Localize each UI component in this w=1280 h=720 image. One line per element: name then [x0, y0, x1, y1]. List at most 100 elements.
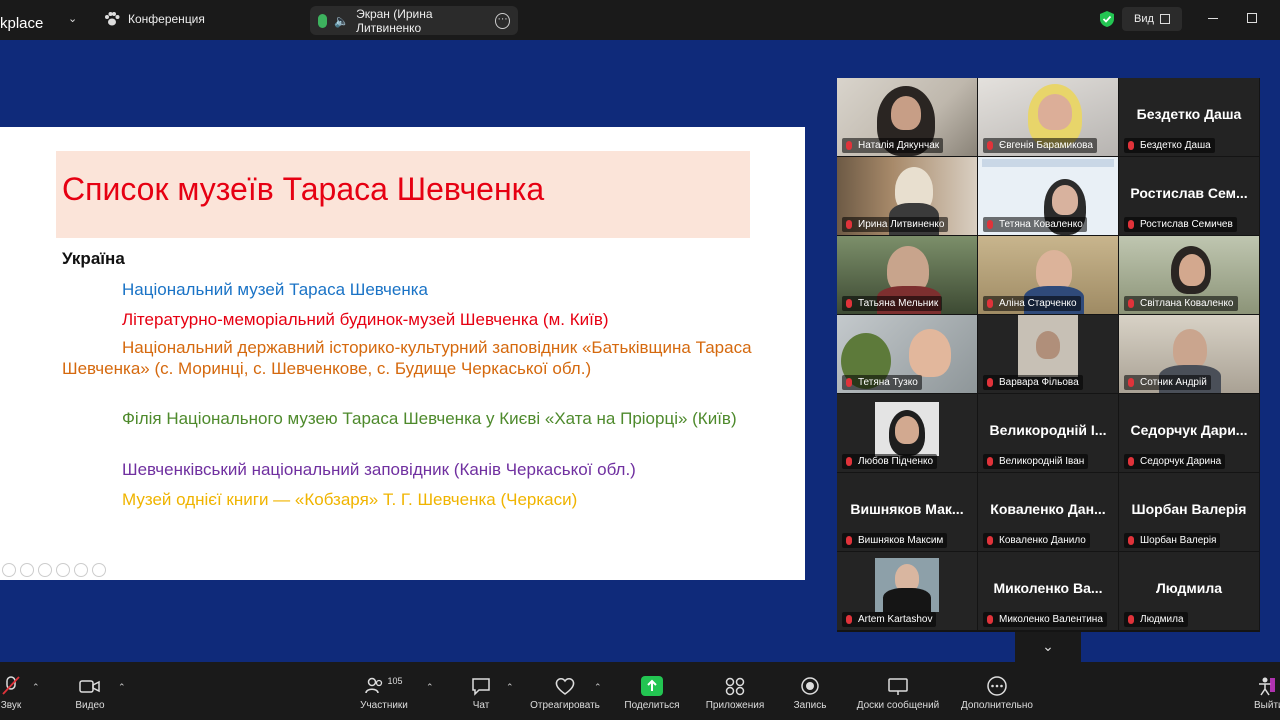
participant-tile[interactable]: Шорбан Валерія Шорбан Валерія: [1119, 473, 1259, 551]
participants-count: 105: [387, 676, 403, 686]
video-button[interactable]: Видео: [70, 662, 110, 720]
participant-tile-active-speaker[interactable]: Ирина Литвиненко: [837, 157, 977, 235]
participant-tile[interactable]: Миколенко Ва... Миколенко Валентина: [978, 552, 1118, 630]
participant-tile[interactable]: Ростислав Сем... Ростислав Семичев: [1119, 157, 1259, 235]
react-options-chevron-icon[interactable]: ⌃: [594, 682, 602, 693]
record-button[interactable]: Запись: [790, 662, 830, 720]
view-button[interactable]: Вид: [1122, 7, 1182, 31]
museum-item: Шевченківський національний заповідник (…: [122, 460, 636, 479]
heart-icon: [555, 678, 575, 695]
minimize-icon[interactable]: [1208, 18, 1218, 19]
paw-icon: [105, 12, 120, 26]
participant-tile[interactable]: Аліна Старченко: [978, 236, 1118, 314]
apps-icon: [725, 677, 745, 696]
face: [1179, 254, 1205, 286]
shared-slide: Список музеїв Тараса Шевченка Україна На…: [0, 127, 805, 580]
chat-options-chevron-icon[interactable]: ⌃: [506, 682, 514, 693]
participants-icon: [365, 677, 383, 694]
participant-tile[interactable]: Сотник Андрій: [1119, 315, 1259, 393]
museum-item: Літературно-меморіальний будинок-музей Ш…: [122, 310, 609, 329]
face: [895, 416, 919, 444]
participant-name: Бездетко Даша: [1124, 138, 1215, 153]
record-icon: [801, 677, 819, 695]
mic-active-icon: [318, 13, 328, 28]
participants-options-chevron-icon[interactable]: ⌃: [426, 682, 434, 693]
participant-tile[interactable]: Тетяна Тузко: [837, 315, 977, 393]
participant-name: Людмила: [1124, 612, 1188, 627]
slide-navigation-tools[interactable]: [2, 563, 106, 577]
participant-name: Євгенія Барамикова: [983, 138, 1097, 153]
museum-item: Музей однієї книги — «Кобзаря» Т. Г. Шев…: [122, 490, 578, 509]
face: [891, 96, 921, 130]
participant-name: Варвара Фільова: [983, 375, 1083, 390]
participant-tile[interactable]: Седорчук Дари... Седорчук Дарина: [1119, 394, 1259, 472]
participant-name: Ростислав Семичев: [1124, 217, 1237, 232]
prev-slide-icon[interactable]: [2, 563, 16, 577]
title-bar: kplace ⌄ Конференция 🔈 Экран (Ирина Литв…: [0, 0, 1280, 40]
participant-tile[interactable]: Варвара Фільова: [978, 315, 1118, 393]
grid-view-icon: [1159, 14, 1170, 24]
speaker-icon: 🔈: [334, 13, 350, 28]
pen-icon[interactable]: [38, 563, 52, 577]
face: [909, 329, 951, 377]
participant-tile[interactable]: Artem Kartashov: [837, 552, 977, 630]
video-thumbnail: [875, 558, 939, 612]
participant-name: Великородній Іван: [983, 454, 1089, 469]
participant-tile[interactable]: Людмила Людмила: [1119, 552, 1259, 630]
participant-name: Ирина Литвиненко: [842, 217, 949, 232]
participant-tile[interactable]: Євгенія Барамикова: [978, 78, 1118, 156]
video-label: Видео: [75, 700, 105, 711]
more-button[interactable]: Дополнительно: [956, 662, 1038, 720]
participant-tile[interactable]: Тетяна Коваленко: [978, 157, 1118, 235]
participant-tile[interactable]: Любов Підченко: [837, 394, 977, 472]
screen-share-label: Экран (Ирина Литвиненко: [356, 6, 433, 35]
participant-name-display: Великородній І...: [989, 422, 1107, 438]
participant-tile[interactable]: Татьяна Мельник: [837, 236, 977, 314]
options-icon[interactable]: [92, 563, 106, 577]
participants-gallery: Наталія Дякунчак Євгенія Барамикова Безд…: [837, 78, 1260, 632]
screen-share-indicator[interactable]: 🔈 Экран (Ирина Литвиненко ⋯: [310, 6, 518, 35]
apps-button[interactable]: Приложения: [700, 662, 770, 720]
security-shield-icon[interactable]: [1099, 10, 1115, 28]
more-options-icon[interactable]: ⋯: [495, 12, 510, 29]
museum-item: Національний музей Тараса Шевченка: [122, 280, 429, 299]
museum-item: Філія Національного музею Тараса Шевченк…: [122, 409, 737, 428]
audio-options-chevron-icon[interactable]: ⌃: [32, 682, 40, 693]
participant-tile[interactable]: Великородній І... Великородній Іван: [978, 394, 1118, 472]
participant-tile[interactable]: Наталія Дякунчак: [837, 78, 977, 156]
person-body: [883, 588, 931, 612]
conference-button[interactable]: Конференция: [104, 12, 205, 26]
participants-label: Участники: [360, 700, 408, 711]
whiteboards-label: Доски сообщений: [856, 700, 940, 711]
screen-content: [982, 159, 1114, 167]
apps-label: Приложения: [705, 700, 765, 711]
video-camera-icon: [79, 680, 100, 693]
participants-button[interactable]: 105 Участники: [352, 662, 416, 720]
participant-name: Вишняков Максим: [842, 533, 948, 548]
slides-icon[interactable]: [56, 563, 70, 577]
participant-tile[interactable]: Вишняков Мак... Вишняков Максим: [837, 473, 977, 551]
video-options-chevron-icon[interactable]: ⌃: [118, 682, 126, 693]
participant-name: Artem Kartashov: [842, 612, 937, 627]
audio-button[interactable]: Звук: [0, 662, 26, 720]
leave-label: Выйти: [1254, 700, 1280, 711]
view-label: Вид: [1134, 13, 1154, 25]
chat-icon: [472, 678, 490, 696]
leave-button[interactable]: Выйти: [1254, 662, 1280, 720]
next-slide-icon[interactable]: [20, 563, 34, 577]
participant-tile[interactable]: Світлана Коваленко: [1119, 236, 1259, 314]
share-button[interactable]: Поделиться: [620, 662, 684, 720]
participant-tile[interactable]: Коваленко Дан... Коваленко Данило: [978, 473, 1118, 551]
restore-icon[interactable]: [1247, 13, 1257, 23]
zoom-icon[interactable]: [74, 563, 88, 577]
chat-button[interactable]: Чат: [466, 662, 496, 720]
app-menu-chevron-icon[interactable]: ⌄: [68, 12, 77, 25]
participant-name: Шорбан Валерія: [1124, 533, 1221, 548]
participant-name-display: Седорчук Дари...: [1130, 422, 1248, 438]
participant-tile[interactable]: Бездетко Даша Бездетко Даша: [1119, 78, 1259, 156]
gallery-scroll-down-icon[interactable]: ⌄: [1015, 632, 1081, 662]
whiteboards-button[interactable]: Доски сообщений: [852, 662, 944, 720]
video-thumbnail: [1018, 315, 1078, 377]
react-button[interactable]: Отреагировать: [525, 662, 605, 720]
accessibility-icon: [1259, 677, 1275, 696]
